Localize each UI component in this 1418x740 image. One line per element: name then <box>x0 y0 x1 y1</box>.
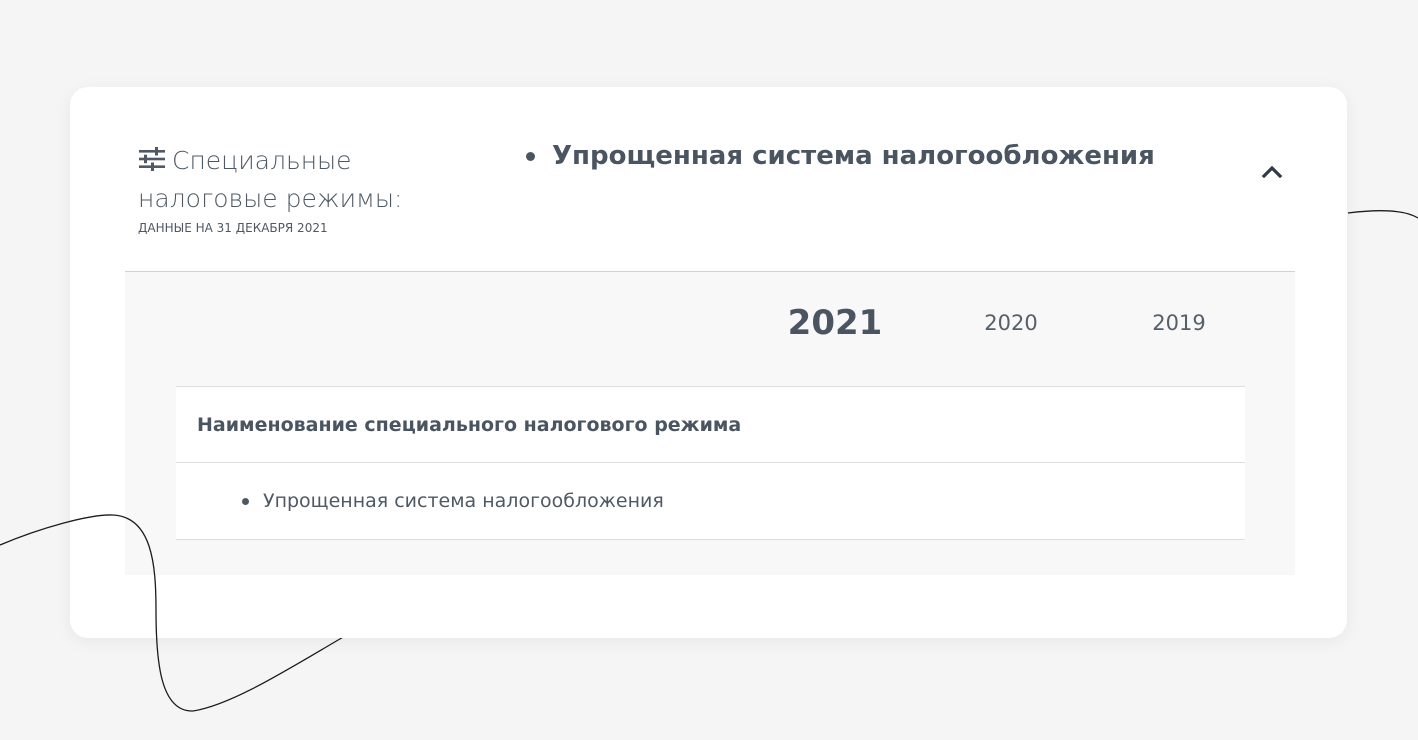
regime-summary: Упрощенная система налогообложения <box>526 141 1155 171</box>
filter-sliders-icon <box>138 145 166 181</box>
table-header-cell: Наименование специального налогового реж… <box>197 413 742 436</box>
table-cell-value: Упрощенная система налогообложения <box>263 490 664 512</box>
tab-year-2020[interactable]: 2020 <box>961 308 1061 338</box>
table-header-row: Наименование специального налогового реж… <box>176 386 1245 462</box>
page: Специальные налоговые режимы: ДАННЫЕ НА … <box>0 0 1418 740</box>
bullet-icon <box>242 497 249 505</box>
bullet-icon <box>526 151 535 161</box>
table-row: Упрощенная система налогообложения <box>176 462 1245 540</box>
data-date-note: ДАННЫЕ НА 31 ДЕКАБРЯ 2021 <box>138 221 328 235</box>
section-title: Специальные налоговые режимы: ДАННЫЕ НА … <box>138 143 438 235</box>
title-text-line-1: Специальные <box>172 146 352 175</box>
year-tabs: 2021 2020 2019 <box>125 272 1295 382</box>
title-text-line-2: налоговые режимы: <box>138 184 403 213</box>
details-panel: 2021 2020 2019 Наименование специального… <box>125 272 1295 575</box>
list-item: Упрощенная система налогообложения <box>242 490 664 512</box>
card-header[interactable]: Специальные налоговые режимы: ДАННЫЕ НА … <box>70 87 1347 271</box>
regime-table: Наименование специального налогового реж… <box>176 386 1245 540</box>
regime-summary-text: Упрощенная система налогообложения <box>552 141 1155 171</box>
title-line-1: Специальные <box>138 143 438 181</box>
tab-year-2019[interactable]: 2019 <box>1129 308 1229 338</box>
special-tax-regimes-card: Специальные налоговые режимы: ДАННЫЕ НА … <box>70 87 1347 638</box>
collapse-button[interactable] <box>1256 155 1288 187</box>
chevron-up-icon <box>1261 165 1283 178</box>
tab-year-2021[interactable]: 2021 <box>785 303 885 343</box>
